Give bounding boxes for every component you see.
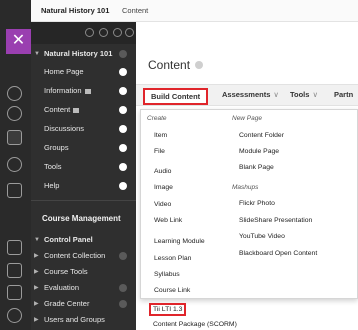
menu-item-tools[interactable]: Tools bbox=[31, 158, 136, 176]
mashups-heading: Mashups bbox=[232, 184, 259, 191]
menu-item-home-page[interactable]: Home Page bbox=[31, 63, 136, 81]
course-menu: ▼ Natural History 101 Home Page Informat… bbox=[31, 22, 136, 330]
create-heading: Create bbox=[147, 115, 167, 122]
menu-item-youtube-video[interactable]: YouTube Video bbox=[239, 233, 285, 240]
assessments-button[interactable]: Assessments ∨ bbox=[222, 90, 279, 99]
partner-button[interactable]: Partn bbox=[334, 90, 353, 99]
menu-item-slideshare[interactable]: SlideShare Presentation bbox=[239, 217, 312, 224]
caret-down-icon: ▼ bbox=[34, 51, 40, 57]
menu-item-tii-lti[interactable]: Tii LTI 1.3 bbox=[149, 303, 187, 316]
menu-item-syllabus[interactable]: Syllabus bbox=[154, 271, 180, 278]
course-name-link[interactable]: ▼ Natural History 101 bbox=[31, 45, 136, 63]
status-dot-icon bbox=[119, 284, 127, 292]
global-nav-rail: ✕ bbox=[0, 0, 31, 330]
status-dot-icon bbox=[119, 106, 127, 114]
breadcrumb[interactable]: Content bbox=[122, 0, 148, 22]
divider bbox=[31, 200, 136, 201]
menu-item-flickr-photo[interactable]: Flickr Photo bbox=[239, 200, 275, 207]
menu-item-video[interactable]: Video bbox=[154, 201, 171, 208]
menu-item-help[interactable]: Help bbox=[31, 177, 136, 195]
course-title[interactable]: Natural History 101 bbox=[41, 0, 109, 22]
calendar-icon[interactable] bbox=[7, 183, 22, 198]
refresh-icon[interactable] bbox=[99, 28, 108, 37]
menu-item-lesson-plan[interactable]: Lesson Plan bbox=[154, 255, 191, 262]
build-content-menu: Create Item File Audio Image Video Web L… bbox=[140, 109, 358, 299]
menu-item-groups[interactable]: Groups bbox=[31, 139, 136, 157]
menu-toolbar bbox=[31, 22, 136, 44]
chevron-down-icon: ∨ bbox=[273, 90, 279, 99]
action-bar: Build Content Assessments ∨ Tools ∨ Partn bbox=[136, 84, 358, 106]
status-dot-icon bbox=[119, 144, 127, 152]
tools-icon[interactable] bbox=[7, 285, 22, 300]
home-icon bbox=[119, 50, 127, 58]
menu-item-audio[interactable]: Audio bbox=[154, 168, 171, 175]
profile-icon[interactable] bbox=[7, 86, 22, 101]
cp-item-users-and-groups[interactable]: ▶ Users and Groups bbox=[31, 311, 136, 329]
menu-item-content[interactable]: Content bbox=[31, 101, 136, 119]
build-content-button[interactable]: Build Content bbox=[143, 88, 209, 105]
grades-icon[interactable] bbox=[7, 263, 22, 278]
folder-view-icon[interactable] bbox=[113, 28, 122, 37]
status-dot-icon bbox=[119, 125, 127, 133]
status-dot-icon bbox=[119, 182, 127, 190]
chevron-down-icon: ∨ bbox=[312, 90, 318, 99]
status-dot-icon bbox=[119, 300, 127, 308]
menu-item-file[interactable]: File bbox=[154, 148, 165, 155]
close-icon[interactable]: ✕ bbox=[6, 29, 31, 54]
menu-item-content-package-scorm[interactable]: Content Package (SCORM) bbox=[153, 321, 237, 328]
courses-icon[interactable] bbox=[7, 130, 22, 145]
status-dot-icon bbox=[119, 163, 127, 171]
globe-icon[interactable] bbox=[7, 106, 22, 121]
page-icon bbox=[73, 107, 80, 113]
menu-item-information[interactable]: Information bbox=[31, 82, 136, 100]
course-management-heading: Course Management bbox=[42, 214, 121, 223]
top-bar: Natural History 101 Content bbox=[31, 0, 358, 22]
menu-item-learning-module[interactable]: Learning Module bbox=[154, 238, 205, 245]
menu-item-course-link[interactable]: Course Link bbox=[154, 287, 190, 294]
menu-item-web-link[interactable]: Web Link bbox=[154, 217, 182, 224]
menu-item-item[interactable]: Item bbox=[154, 132, 167, 139]
status-dot-icon bbox=[119, 252, 127, 260]
messages-icon[interactable] bbox=[7, 240, 22, 255]
sign-out-icon[interactable] bbox=[7, 308, 22, 323]
new-page-heading: New Page bbox=[232, 115, 262, 122]
menu-item-discussions[interactable]: Discussions bbox=[31, 120, 136, 138]
menu-item-content-folder[interactable]: Content Folder bbox=[239, 132, 284, 139]
add-menu-item-icon[interactable] bbox=[85, 28, 94, 37]
page-icon bbox=[84, 88, 91, 94]
options-chevron-icon[interactable] bbox=[195, 61, 203, 69]
organizations-icon[interactable] bbox=[7, 157, 22, 172]
menu-item-blank-page[interactable]: Blank Page bbox=[239, 164, 274, 171]
caret-right-icon: ▶ bbox=[34, 317, 39, 323]
page-title: Content bbox=[148, 58, 191, 72]
menu-item-blackboard-open-content[interactable]: Blackboard Open Content bbox=[239, 250, 317, 257]
status-dot-icon bbox=[119, 87, 127, 95]
tools-button[interactable]: Tools ∨ bbox=[290, 90, 318, 99]
menu-item-image[interactable]: Image bbox=[154, 184, 173, 191]
status-dot-icon bbox=[119, 68, 127, 76]
new-window-icon[interactable] bbox=[125, 28, 134, 37]
menu-item-module-page[interactable]: Module Page bbox=[239, 148, 279, 155]
